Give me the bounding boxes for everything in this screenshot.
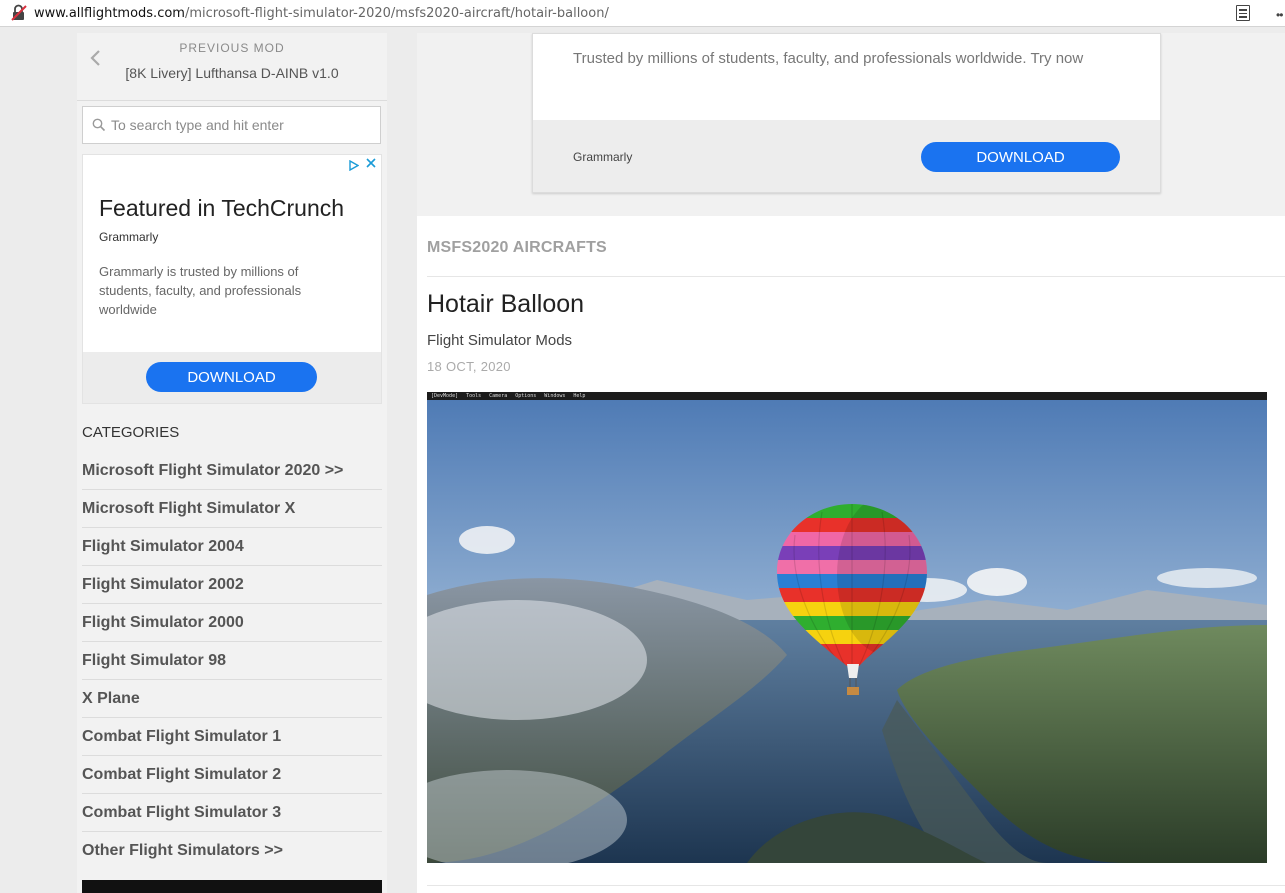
search-box[interactable]	[82, 106, 381, 144]
game-menu-item: Options	[515, 393, 537, 399]
search-icon	[92, 118, 106, 132]
top-ad-area: Trusted by millions of students, faculty…	[417, 33, 1285, 216]
top-ad-footer: Grammarly DOWNLOAD	[533, 120, 1160, 192]
categories-heading: CATEGORIES	[82, 424, 180, 441]
previous-mod-link[interactable]: PREVIOUS MOD [8K Livery] Lufthansa D-AIN…	[77, 33, 387, 101]
sidebar-banner[interactable]	[82, 880, 382, 893]
url-text[interactable]: www.allflightmods.com/microsoft-flight-s…	[34, 6, 609, 21]
cloud	[459, 526, 515, 554]
top-ad-text: Trusted by millions of students, faculty…	[573, 50, 1084, 67]
balloon-scene	[427, 400, 1267, 863]
ad-brand: Grammarly	[99, 230, 159, 244]
game-menu-item: Help	[573, 393, 586, 399]
ad-download-button[interactable]: DOWNLOAD	[146, 362, 317, 392]
category-link[interactable]: Microsoft Flight Simulator 2020 >>	[82, 452, 382, 490]
balloon-throat	[847, 664, 859, 678]
main-content: Trusted by millions of students, faculty…	[417, 33, 1285, 893]
game-menu-item: Windows	[544, 393, 566, 399]
url-path: /microsoft-flight-simulator-2020/msfs202…	[184, 5, 609, 21]
cloud	[1157, 568, 1257, 588]
game-menu-item: [DevMode]	[431, 393, 459, 399]
breadcrumb[interactable]: MSFS2020 AIRCRAFTS	[427, 239, 607, 257]
post-date: 18 OCT, 2020	[427, 359, 511, 374]
category-link[interactable]: Combat Flight Simulator 2	[82, 756, 382, 794]
category-link[interactable]: Combat Flight Simulator 1	[82, 718, 382, 756]
category-link[interactable]: Flight Simulator 2000	[82, 604, 382, 642]
cloud	[967, 568, 1027, 596]
insecure-lock-icon[interactable]	[10, 4, 28, 22]
address-bar[interactable]: www.allflightmods.com/microsoft-flight-s…	[0, 0, 1285, 27]
ad-title[interactable]: Featured in TechCrunch	[99, 195, 344, 222]
post-category-link[interactable]: Flight Simulator Mods	[427, 332, 572, 349]
adchoices-icon[interactable]	[348, 158, 360, 172]
category-link[interactable]: Flight Simulator 98	[82, 642, 382, 680]
ad-body: Grammarly is trusted by millions of stud…	[99, 264, 302, 317]
page-title: Hotair Balloon	[427, 290, 585, 318]
close-icon[interactable]	[365, 156, 377, 168]
game-menu-item: Camera	[489, 393, 508, 399]
top-ad-brand: Grammarly	[573, 150, 633, 164]
url-host: www.allflightmods.com	[34, 5, 185, 21]
divider	[427, 885, 1285, 886]
categories-list: Microsoft Flight Simulator 2020 >> Micro…	[82, 452, 382, 870]
ad-footer: DOWNLOAD	[83, 352, 381, 403]
category-link[interactable]: X Plane	[82, 680, 382, 718]
more-menu-icon[interactable]: ••	[1276, 8, 1283, 22]
previous-mod-title[interactable]: [8K Livery] Lufthansa D-AINB v1.0	[77, 65, 387, 81]
game-menu-item: Tools	[466, 393, 482, 399]
category-link[interactable]: Other Flight Simulators >>	[82, 832, 382, 870]
top-ad-card[interactable]: Trusted by millions of students, faculty…	[532, 33, 1161, 193]
divider	[427, 276, 1285, 277]
previous-mod-label: PREVIOUS MOD	[179, 41, 285, 55]
category-link[interactable]: Combat Flight Simulator 3	[82, 794, 382, 832]
balloon-basket	[847, 687, 859, 695]
sidebar-ad[interactable]: Featured in TechCrunch Grammarly Grammar…	[82, 154, 382, 404]
category-link[interactable]: Flight Simulator 2004	[82, 528, 382, 566]
category-link[interactable]: Microsoft Flight Simulator X	[82, 490, 382, 528]
top-ad-download-button[interactable]: DOWNLOAD	[921, 142, 1120, 172]
mod-screenshot[interactable]: [DevMode] Tools Camera Options Windows H…	[427, 392, 1267, 863]
game-menu-bar: [DevMode] Tools Camera Options Windows H…	[427, 392, 1267, 400]
category-link[interactable]: Flight Simulator 2002	[82, 566, 382, 604]
sidebar: PREVIOUS MOD [8K Livery] Lufthansa D-AIN…	[77, 33, 387, 893]
reader-view-icon[interactable]	[1236, 5, 1250, 21]
search-input[interactable]	[111, 117, 371, 133]
